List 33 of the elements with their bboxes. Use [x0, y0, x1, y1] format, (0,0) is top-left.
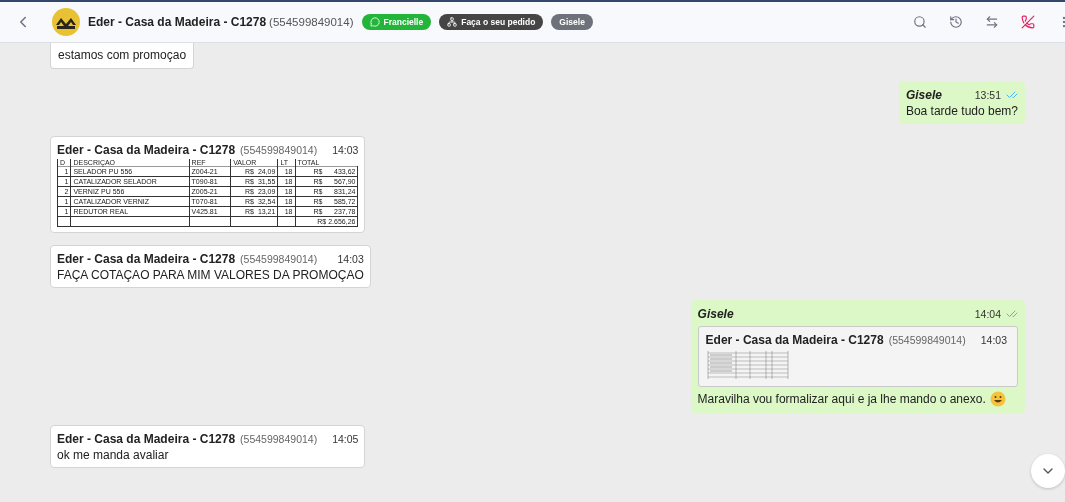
chat-bubble-icon	[369, 17, 380, 27]
message-time: 14:05	[331, 433, 359, 445]
phone-off-icon[interactable]	[1021, 15, 1035, 29]
tag-chip[interactable]: Faça o seu pedido	[439, 14, 544, 30]
history-icon[interactable]	[949, 15, 963, 29]
search-icon[interactable]	[913, 15, 927, 29]
message-text: Boa tarde tudo bem?	[905, 104, 1018, 118]
message-time: 14:03	[331, 144, 359, 156]
sender-name: Eder - Casa da Madeira - C1278	[705, 333, 884, 347]
message-time: 14:04	[973, 308, 1001, 320]
avatar-logo	[52, 8, 80, 36]
sender-phone: (554599849014)	[240, 433, 318, 445]
network-icon	[447, 17, 458, 27]
message-time: 14:03	[979, 334, 1007, 346]
contact-phone: (554599849014)	[269, 16, 354, 28]
message-text: estamos com promoçao	[58, 48, 187, 62]
sender-phone: (554599849014)	[240, 144, 318, 156]
message-text: ok me manda avaliar	[57, 448, 170, 462]
swap-arrows-icon[interactable]	[985, 15, 999, 29]
contact-name: Eder - Casa da Madeira - C1278	[88, 15, 267, 29]
tag-chip[interactable]: Gisele	[551, 14, 593, 30]
message-text: Maravilha vou formalizar aqui e ja lhe mando o anexo.	[697, 392, 986, 406]
sender-name: Eder - Casa da Madeira - C1278	[57, 432, 236, 446]
message-text: FAÇA COTAÇAO PARA MIM VALORES DA PROMOÇAO	[57, 268, 364, 282]
sender-phone: (554599849014)	[888, 334, 966, 346]
sender-name: Eder - Casa da Madeira - C1278	[57, 143, 236, 157]
message-time: 14:03	[336, 253, 364, 265]
sender-name: Gisele	[697, 307, 734, 321]
sender-phone: (554599849014)	[240, 253, 318, 265]
message-time: 13:51	[973, 89, 1001, 101]
quoted-message[interactable]: Eder - Casa da Madeira - C1278 (554599849014) 14:03	[697, 326, 1018, 387]
sender-name: Gisele	[905, 88, 942, 102]
sender-name: Eder - Casa da Madeira - C1278	[57, 252, 236, 266]
